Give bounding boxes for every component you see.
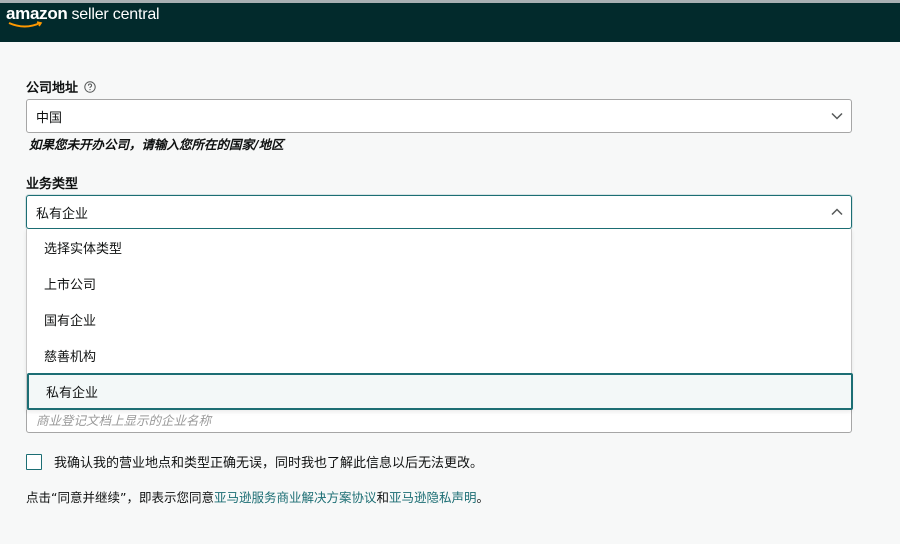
chevron-up-icon: [831, 208, 843, 216]
business-type-label-text: 业务类型: [26, 177, 79, 192]
agreement-suffix: 。: [476, 490, 490, 505]
logo-product-text: seller central: [71, 6, 160, 23]
help-circle-icon[interactable]: [84, 80, 96, 93]
company-address-value: 中国: [36, 110, 63, 126]
privacy-notice-link[interactable]: 亚马逊隐私声明: [389, 490, 477, 505]
company-address-label: 公司地址: [26, 77, 96, 96]
option-label: 选择实体类型: [44, 241, 123, 257]
top-navigation-bar: amazon seller central: [0, 0, 900, 42]
business-type-value: 私有企业: [36, 206, 89, 222]
agreement-prefix: 点击“同意并继续”，即表示您同意: [26, 490, 214, 505]
business-type-label: 业务类型: [26, 173, 78, 192]
dropdown-option-select-entity-type[interactable]: 选择实体类型: [27, 229, 851, 265]
option-label: 上市公司: [44, 277, 97, 293]
confirm-label[interactable]: 我确认我的营业地点和类型正确无误，同时我也了解此信息以后无法更改。: [54, 452, 483, 471]
option-label: 私有企业: [46, 386, 99, 401]
agreement-text: 点击“同意并继续”，即表示您同意亚马逊服务商业解决方案协议和亚马逊隐私声明。: [26, 487, 489, 506]
business-type-select[interactable]: 私有企业: [26, 195, 852, 229]
company-address-hint: 如果您未开办公司，请输入您所在的国家/地区: [29, 137, 284, 152]
dropdown-option-state-owned[interactable]: 国有企业: [27, 301, 851, 337]
option-label: 慈善机构: [44, 349, 97, 365]
chevron-down-icon: [831, 112, 843, 120]
confirm-checkbox[interactable]: [26, 453, 42, 470]
company-address-label-text: 公司地址: [26, 81, 79, 96]
business-name-placeholder: 商业登记文档上显示的企业名称: [36, 413, 212, 428]
dropdown-option-charity[interactable]: 慈善机构: [27, 337, 851, 373]
dropdown-option-public-company[interactable]: 上市公司: [27, 265, 851, 301]
option-label: 国有企业: [44, 313, 97, 329]
business-solutions-agreement-link[interactable]: 亚马逊服务商业解决方案协议: [214, 490, 377, 505]
agreement-middle: 和: [376, 490, 389, 505]
amazon-smile-icon: [8, 21, 43, 28]
company-address-select[interactable]: 中国: [26, 99, 852, 133]
confirm-row: 我确认我的营业地点和类型正确无误，同时我也了解此信息以后无法更改。: [26, 452, 483, 471]
business-type-dropdown-list: 选择实体类型 上市公司 国有企业 慈善机构 私有企业: [26, 229, 853, 410]
dropdown-option-private-company[interactable]: 私有企业: [27, 373, 853, 410]
